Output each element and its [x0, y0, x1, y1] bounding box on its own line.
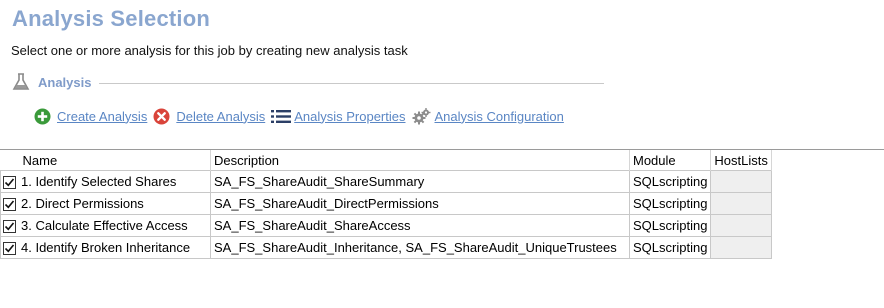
hostlists-cell: [710, 192, 772, 215]
description-cell: SA_FS_ShareAudit_ShareAccess: [210, 214, 630, 237]
row-checkbox[interactable]: [3, 197, 16, 211]
analysis-configuration-label: Analysis Configuration: [434, 108, 564, 124]
section-divider: [99, 82, 604, 84]
table-row[interactable]: 2. Direct Permissions SA_FS_ShareAudit_Di…: [0, 192, 772, 215]
analysis-configuration-button[interactable]: Analysis Configuration: [412, 107, 564, 125]
plus-circle-icon: [34, 108, 51, 125]
page-subtitle: Select one or more analysis for this job…: [11, 43, 408, 58]
delete-analysis-label: Delete Analysis: [176, 108, 266, 124]
row-checkbox[interactable]: [3, 241, 16, 255]
hostlists-cell: [710, 236, 772, 259]
analysis-table: Name Description Module HostLists 1. Ide…: [0, 150, 772, 259]
table-row[interactable]: 3. Calculate Effective Access SA_FS_Share…: [0, 214, 772, 237]
list-icon: [271, 108, 292, 125]
page-title: Analysis Selection: [12, 6, 211, 31]
section-label: Analysis: [38, 74, 92, 90]
analysis-name: 2. Direct Permissions: [21, 196, 144, 212]
hostlists-cell: [710, 170, 772, 193]
column-header-description[interactable]: Description: [210, 150, 630, 171]
analysis-properties-button[interactable]: Analysis Properties: [271, 108, 406, 125]
analysis-section-header: Analysis: [12, 72, 604, 92]
row-checkbox[interactable]: [3, 175, 16, 189]
table-row[interactable]: 4. Identify Broken Inheritance SA_FS_Shar…: [0, 236, 772, 259]
delete-analysis-button[interactable]: Delete Analysis: [153, 108, 265, 125]
module-cell: SQLscripting: [628, 214, 712, 237]
delete-circle-icon: [153, 108, 170, 125]
analysis-name: 3. Calculate Effective Access: [21, 218, 188, 234]
analysis-grid: Name Description Module HostLists 1. Ide…: [0, 149, 884, 259]
name-cell: 1. Identify Selected Shares: [0, 170, 211, 193]
description-cell: SA_FS_ShareAudit_DirectPermissions: [210, 192, 630, 215]
gears-icon: [412, 107, 430, 125]
module-cell: SQLscripting: [628, 170, 712, 193]
description-cell: SA_FS_ShareAudit_ShareSummary: [210, 170, 630, 193]
analysis-name: 1. Identify Selected Shares: [21, 174, 177, 190]
name-cell: 3. Calculate Effective Access: [0, 214, 211, 237]
column-header-hostlists[interactable]: HostLists: [710, 150, 772, 171]
module-cell: SQLscripting: [628, 192, 712, 215]
column-header-name[interactable]: Name: [0, 150, 211, 171]
analysis-toolbar: Create Analysis Delete Analysis Analysis…: [34, 106, 570, 126]
analysis-properties-label: Analysis Properties: [294, 108, 406, 124]
create-analysis-button[interactable]: Create Analysis: [34, 108, 147, 125]
table-header-row: Name Description Module HostLists: [0, 150, 772, 171]
name-cell: 2. Direct Permissions: [0, 192, 211, 215]
column-header-module[interactable]: Module: [629, 150, 712, 171]
description-cell: SA_FS_ShareAudit_Inheritance, SA_FS_Shar…: [210, 236, 630, 259]
create-analysis-label: Create Analysis: [57, 108, 148, 124]
table-row[interactable]: 1. Identify Selected Shares SA_FS_ShareAu…: [0, 170, 772, 193]
row-checkbox[interactable]: [3, 219, 16, 233]
flask-icon: [12, 73, 30, 91]
name-cell: 4. Identify Broken Inheritance: [0, 236, 211, 259]
analysis-name: 4. Identify Broken Inheritance: [21, 240, 191, 256]
hostlists-cell: [710, 214, 772, 237]
module-cell: SQLscripting: [628, 236, 712, 259]
